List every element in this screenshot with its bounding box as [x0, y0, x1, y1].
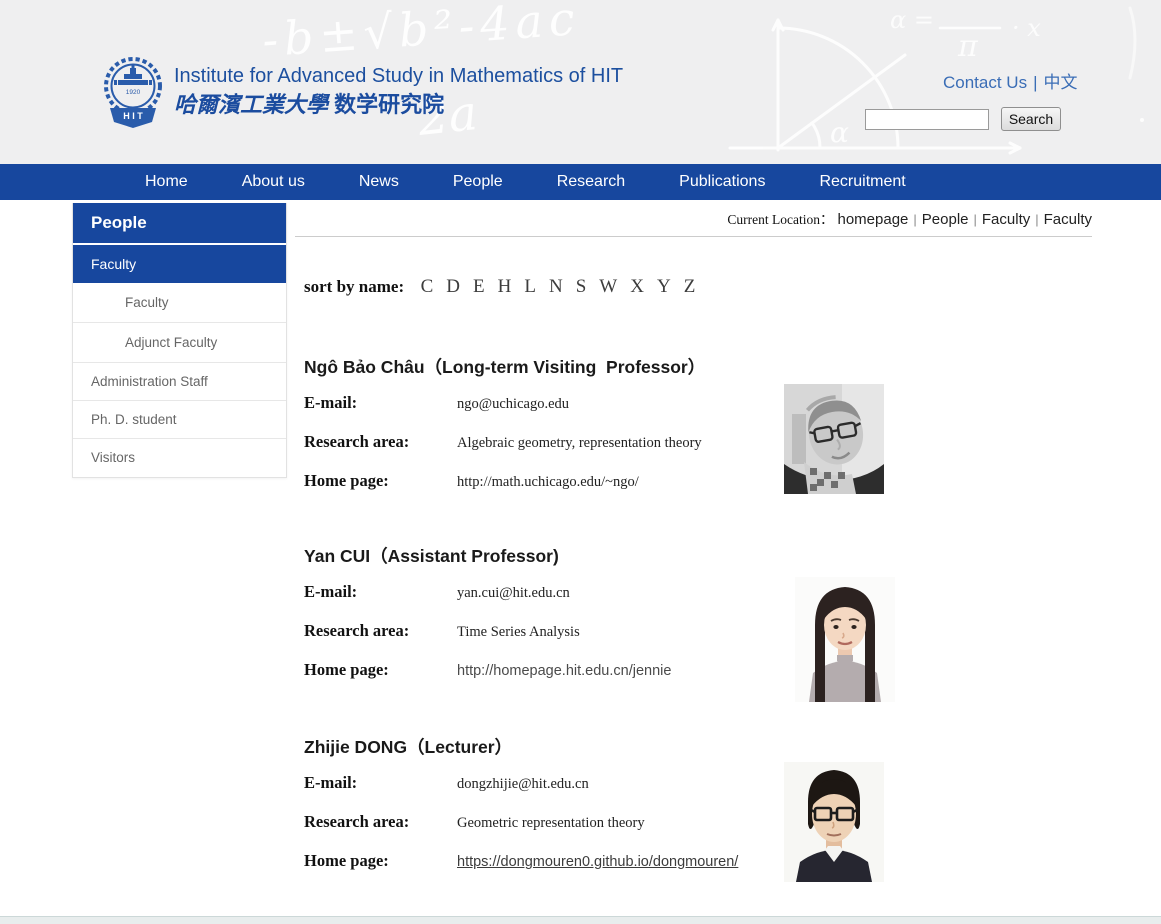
hit-logo-icon: 1920 H I T	[100, 56, 166, 132]
home-page-label: Home page:	[304, 471, 457, 491]
nav-item-about-us[interactable]: About us	[215, 173, 332, 191]
site-header: -b±√b²-4ac 2a α π α = · x	[0, 0, 1161, 164]
decor-pi-label: π	[957, 29, 979, 64]
email-row: E-mail: ngo@uchicago.edu	[304, 393, 1095, 413]
footer-strip	[0, 916, 1161, 924]
email-label: E-mail:	[304, 393, 457, 413]
research-area-value: Algebraic geometry, representation theor…	[457, 435, 702, 452]
research-area-row: Research area: Time Series Analysis	[304, 621, 1095, 641]
sort-label: sort by name:	[304, 277, 404, 296]
breadcrumb-homepage[interactable]: homepage	[837, 211, 908, 228]
home-page-row: Home page: http://homepage.hit.edu.cn/je…	[304, 660, 1095, 680]
faculty-photo-yan-cui	[795, 577, 895, 702]
home-page-label: Home page:	[304, 851, 457, 871]
search-button[interactable]: Search	[1001, 107, 1061, 131]
email-label: E-mail:	[304, 773, 457, 793]
search-area: Search	[865, 107, 1061, 131]
sidebar: People Faculty Faculty Adjunct Faculty A…	[72, 203, 287, 478]
main-nav: Home About us News People Research Publi…	[0, 164, 1161, 200]
home-page-row: Home page: http://math.uchicago.edu/~ngo…	[304, 471, 1095, 491]
breadcrumb-faculty[interactable]: Faculty	[982, 211, 1030, 228]
search-input[interactable]	[865, 109, 989, 130]
email-value: dongzhijie@hit.edu.cn	[457, 776, 589, 793]
home-page-link[interactable]: https://dongmouren0.github.io/dongmouren…	[457, 854, 738, 870]
breadcrumb-separator: |	[1030, 212, 1043, 227]
research-area-row: Research area: Geometric representation …	[304, 812, 1095, 832]
site-title-zh-university: 哈爾濱工業大學	[174, 92, 328, 118]
svg-text:· x: · x	[1012, 14, 1041, 42]
breadcrumb-separator: |	[969, 212, 982, 227]
sort-letter-z[interactable]: Z	[684, 276, 696, 297]
top-links: Contact Us|中文	[943, 68, 1078, 93]
chinese-language-link[interactable]: 中文	[1044, 73, 1078, 92]
home-page-label: Home page:	[304, 660, 457, 680]
sort-letter-s[interactable]: S	[576, 276, 587, 297]
sidebar-item-administration-staff[interactable]: Administration Staff	[73, 363, 286, 401]
breadcrumb: Current Location：homepage|People|Faculty…	[727, 208, 1092, 228]
sidebar-item-phd-student[interactable]: Ph. D. student	[73, 401, 286, 439]
faculty-photo-ngo-bao-chau	[784, 384, 884, 494]
breadcrumb-separator: |	[908, 212, 921, 227]
sidebar-item-faculty-active[interactable]: Faculty	[73, 245, 286, 283]
site-title-zh-institute: 数学研究院	[334, 92, 444, 117]
research-area-value: Geometric representation theory	[457, 815, 645, 832]
contact-us-link[interactable]: Contact Us	[943, 73, 1027, 92]
faculty-entry-yan-cui: Yan CUI（Assistant Professor) E-mail: yan…	[295, 543, 1095, 699]
site-title-en: Institute for Advanced Study in Mathemat…	[174, 64, 623, 88]
home-page-value: http://homepage.hit.edu.cn/jennie	[457, 663, 671, 679]
email-value: ngo@uchicago.edu	[457, 396, 569, 413]
svg-text:α =: α =	[890, 6, 934, 34]
decor-geometry-sketch: α π α = · x	[690, 0, 1161, 164]
home-page-row: Home page: https://dongmouren0.github.io…	[304, 851, 1095, 871]
faculty-name: Ngô Bảo Châu（Long-term Visiting Professo…	[304, 354, 1095, 379]
faculty-entry-zhijie-dong: Zhijie DONG（Lecturer） E-mail: dongzhijie…	[295, 734, 1095, 890]
top-links-separator: |	[1027, 73, 1043, 92]
sort-letter-l[interactable]: L	[524, 276, 536, 297]
research-area-value: Time Series Analysis	[457, 624, 580, 641]
sort-letter-e[interactable]: E	[473, 276, 485, 297]
research-area-row: Research area: Algebraic geometry, repre…	[304, 432, 1095, 452]
faculty-photo-zhijie-dong	[784, 762, 884, 882]
sort-letter-w[interactable]: W	[599, 276, 617, 297]
faculty-entry-ngo-bao-chau: Ngô Bảo Châu（Long-term Visiting Professo…	[295, 354, 1095, 510]
breadcrumb-faculty-2[interactable]: Faculty	[1044, 211, 1092, 228]
sort-letter-c[interactable]: C	[421, 276, 434, 297]
sort-by-name-row: sort by name: CDEHLNSWXYZ	[304, 276, 702, 298]
research-area-label: Research area:	[304, 432, 457, 452]
site-title-zh: 哈爾濱工業大學 数学研究院	[174, 90, 623, 120]
decor-alpha-label: α	[830, 116, 849, 149]
nav-item-recruitment[interactable]: Recruitment	[792, 173, 932, 191]
email-row: E-mail: yan.cui@hit.edu.cn	[304, 582, 1095, 602]
nav-item-publications[interactable]: Publications	[652, 173, 792, 191]
email-label: E-mail:	[304, 582, 457, 602]
sidebar-subitem-adjunct-faculty[interactable]: Adjunct Faculty	[73, 323, 286, 363]
breadcrumb-label: Current Location：	[727, 212, 833, 227]
logo-hit-text: H I T	[123, 111, 143, 121]
home-page-value: http://math.uchicago.edu/~ngo/	[457, 474, 639, 491]
sort-letter-n[interactable]: N	[549, 276, 563, 297]
email-value: yan.cui@hit.edu.cn	[457, 585, 570, 602]
sort-letter-d[interactable]: D	[446, 276, 460, 297]
research-area-label: Research area:	[304, 812, 457, 832]
research-area-label: Research area:	[304, 621, 457, 641]
email-row: E-mail: dongzhijie@hit.edu.cn	[304, 773, 1095, 793]
sidebar-subitem-faculty[interactable]: Faculty	[73, 283, 286, 323]
sort-letter-h[interactable]: H	[498, 276, 512, 297]
breadcrumb-divider	[295, 236, 1092, 237]
nav-item-news[interactable]: News	[332, 173, 426, 191]
sort-letter-x[interactable]: X	[630, 276, 644, 297]
sidebar-title-people[interactable]: People	[73, 203, 286, 243]
nav-item-people[interactable]: People	[426, 173, 530, 191]
nav-item-home[interactable]: Home	[118, 173, 215, 191]
sidebar-item-visitors[interactable]: Visitors	[73, 439, 286, 477]
faculty-name: Yan CUI（Assistant Professor)	[304, 543, 1095, 568]
faculty-name: Zhijie DONG（Lecturer）	[304, 734, 1095, 759]
brand: 1920 H I T Institute for Advanced Study …	[100, 56, 623, 132]
sort-letter-y[interactable]: Y	[657, 276, 671, 297]
breadcrumb-people[interactable]: People	[922, 211, 969, 228]
logo-year: 1920	[126, 89, 141, 96]
nav-item-research[interactable]: Research	[530, 173, 652, 191]
